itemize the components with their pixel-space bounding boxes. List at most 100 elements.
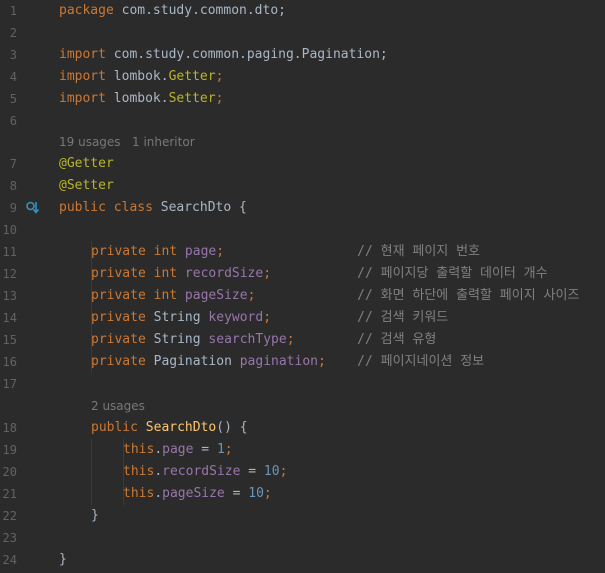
code-line-closing-brace[interactable]: } (91, 505, 99, 527)
field-name: searchType (200, 332, 287, 347)
line-number: 2 (9, 26, 17, 40)
parens-brace: () { (216, 420, 248, 435)
code-line-assignment[interactable]: this.recordSize = 10; (123, 461, 287, 483)
number-literal: 1 (216, 442, 225, 457)
comment: // 검색 키워드 (357, 310, 449, 325)
field-name: page (162, 442, 194, 457)
line-number: 14 (2, 311, 17, 325)
spacing (271, 310, 357, 325)
operator: = (240, 464, 264, 479)
line-number: 16 (2, 355, 17, 369)
keyword-token: public class (59, 200, 153, 215)
class-name: SearchDto { (152, 200, 247, 215)
type-keyword: int (145, 266, 178, 281)
package-name: com.study.common.dto; (113, 3, 286, 18)
number-literal: 10 (263, 464, 280, 479)
line-number: 10 (2, 223, 17, 237)
code-line-import[interactable]: import lombok.Setter; (59, 88, 223, 110)
type-name: String (145, 332, 201, 347)
field-name: recordSize (162, 464, 241, 479)
keyword-token: import (59, 91, 106, 106)
code-line-assignment[interactable]: this.pageSize = 10; (123, 483, 272, 505)
dot: . (154, 486, 163, 501)
keyword-token: public (91, 420, 138, 435)
line-number: 6 (9, 114, 17, 128)
line-number: 8 (9, 179, 17, 193)
import-path: lombok. (105, 69, 169, 84)
line-number: 1 (9, 4, 17, 18)
line-number: 7 (9, 157, 17, 171)
code-line-constructor[interactable]: public SearchDto() { (91, 417, 248, 439)
code-line-field[interactable]: private int pageSize; // 화면 하단에 출력할 페이지 … (91, 285, 579, 307)
implemented-class-icon[interactable] (26, 197, 40, 219)
code-line-closing-brace[interactable]: } (59, 549, 67, 571)
dot: . (154, 442, 163, 457)
class-usage-hint[interactable]: 19 usages 1 inheritor (59, 131, 195, 153)
keyword-token: private (91, 266, 146, 281)
code-line-class-declaration[interactable]: public class SearchDto { (59, 197, 247, 219)
annotation-token: Setter (168, 91, 216, 106)
code-line-field[interactable]: private String keyword; // 검색 키워드 (91, 307, 448, 329)
code-line-assignment[interactable]: this.page = 1; (123, 439, 233, 461)
spacing (295, 332, 358, 347)
keyword-token: package (59, 3, 114, 18)
code-line-annotation[interactable]: @Getter (59, 153, 114, 175)
field-name: keyword (200, 310, 264, 325)
code-line-annotation[interactable]: @Setter (59, 175, 114, 197)
number-literal: 10 (248, 486, 264, 501)
code-line-field[interactable]: private Pagination pagination; // 페이지네이션… (91, 351, 484, 373)
code-line-import[interactable]: import lombok.Getter; (59, 66, 223, 88)
semicolon: ; (215, 69, 224, 84)
code-line-package[interactable]: package com.study.common.dto; (59, 0, 286, 22)
line-number: 19 (2, 443, 17, 457)
line-number: 17 (2, 377, 17, 391)
constructor-usage-hint[interactable]: 2 usages (91, 395, 145, 417)
code-line-field[interactable]: private String searchType; // 검색 유형 (91, 329, 436, 351)
keyword-token: import (59, 69, 106, 84)
semicolon: ; (279, 464, 288, 479)
code-line-field[interactable]: private int page; // 현재 페이지 번호 (91, 241, 480, 263)
semicolon: ; (317, 354, 326, 369)
comment: // 검색 유형 (357, 332, 437, 347)
constructor-name: SearchDto (137, 420, 217, 435)
line-number: 21 (2, 487, 17, 501)
line-number: 23 (2, 531, 17, 545)
code-editor[interactable]: 1 2 3 4 5 6 7 8 9 10 11 12 13 14 15 16 1… (0, 0, 605, 573)
this-keyword: this (123, 486, 155, 501)
type-keyword: int (145, 244, 178, 259)
usages-count[interactable]: 19 usages (59, 135, 121, 149)
type-keyword: int (145, 288, 178, 303)
indent-guide (91, 439, 92, 505)
keyword-token: private (91, 310, 146, 325)
field-name: pagination (231, 354, 318, 369)
operator: = (193, 442, 217, 457)
keyword-token: private (91, 244, 146, 259)
inheritors-count[interactable]: 1 inheritor (132, 135, 195, 149)
dot: . (154, 464, 163, 479)
code-line-field[interactable]: private int recordSize; // 페이지당 출력할 데이터 … (91, 263, 548, 285)
spacing (326, 354, 357, 369)
field-name: page (177, 244, 217, 259)
field-name: pageSize (162, 486, 225, 501)
line-number: 22 (2, 509, 17, 523)
line-number: 9 (9, 201, 17, 215)
field-name: pageSize (177, 288, 248, 303)
line-number: 4 (9, 70, 17, 84)
line-number: 24 (2, 553, 17, 567)
type-name: String (145, 310, 201, 325)
comment: // 페이지당 출력할 데이터 개수 (357, 266, 548, 281)
keyword-token: private (91, 288, 146, 303)
annotation-token: @Setter (59, 178, 114, 193)
semicolon: ; (286, 332, 295, 347)
code-line-import[interactable]: import com.study.common.paging.Paginatio… (59, 44, 388, 66)
semicolon: ; (224, 442, 233, 457)
line-number-gutter: 1 2 3 4 5 6 7 8 9 10 11 12 13 14 15 16 1… (0, 0, 50, 573)
line-number: 18 (2, 421, 17, 435)
line-number: 3 (9, 48, 17, 62)
line-number: 12 (2, 267, 17, 281)
comment: // 현재 페이지 번호 (357, 244, 480, 259)
annotation-token: @Getter (59, 156, 114, 171)
import-path: com.study.common.paging.Pagination; (105, 47, 388, 62)
field-name: recordSize (177, 266, 264, 281)
annotation-token: Getter (168, 69, 216, 84)
